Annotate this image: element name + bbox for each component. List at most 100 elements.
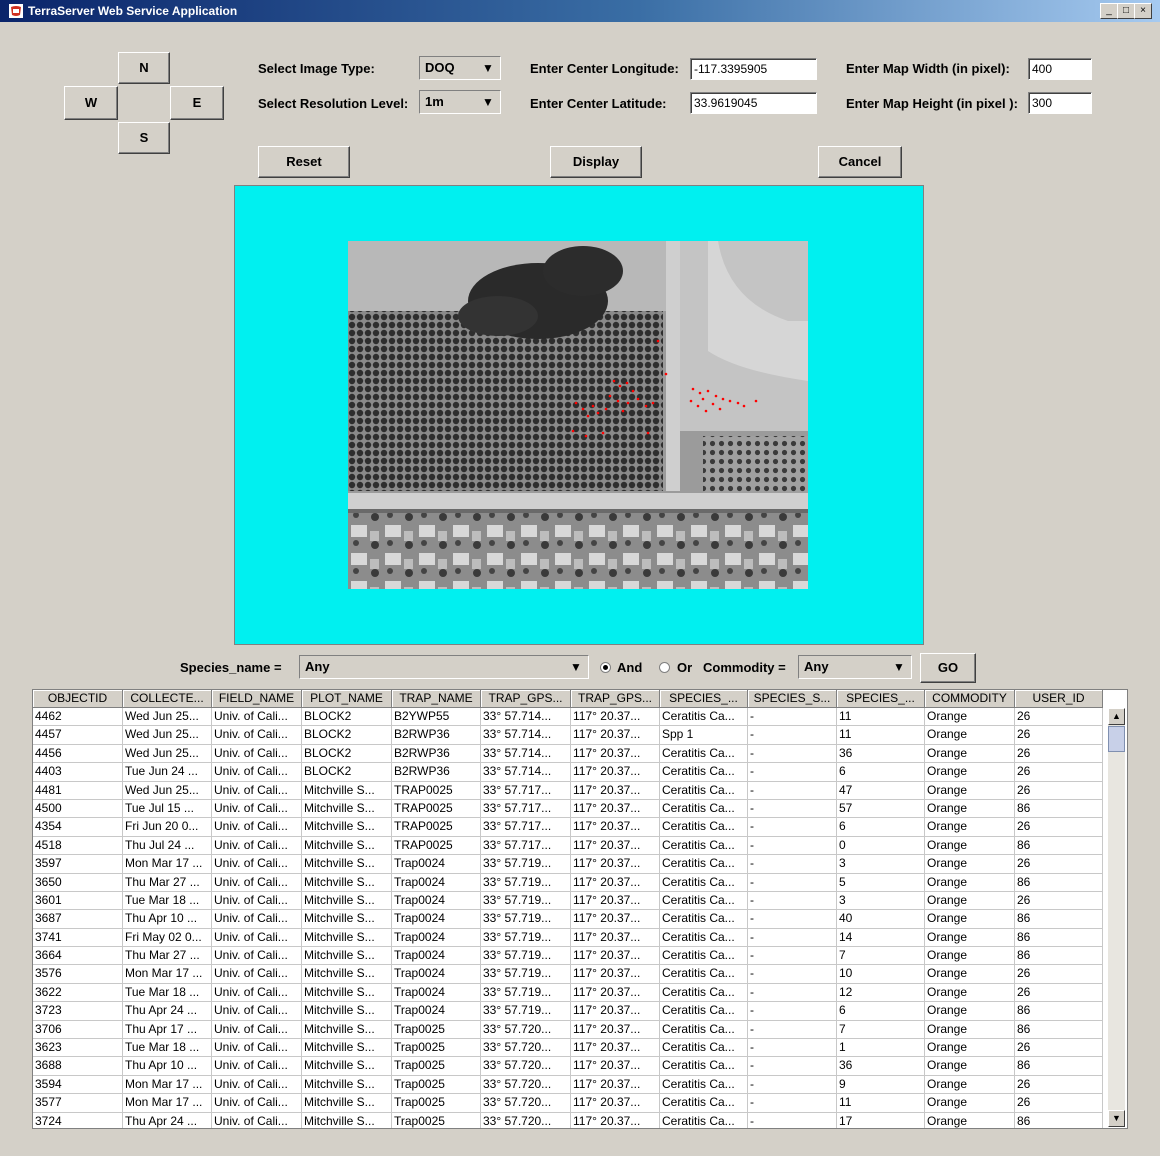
- map-panel[interactable]: [234, 185, 924, 645]
- table-row[interactable]: 3650 Thu Mar 27 ... Univ. of Cali... Mitchv…: [33, 873, 1103, 892]
- latitude-input[interactable]: 33.9619045: [690, 92, 817, 114]
- table-cell: Ceratitis Ca...: [660, 708, 748, 727]
- column-header[interactable]: SPECIES_S...: [748, 690, 837, 708]
- table-cell: Univ. of Cali...: [212, 1112, 302, 1128]
- table-cell: Orange: [925, 855, 1015, 874]
- column-header[interactable]: SPECIES_...: [837, 690, 925, 708]
- table-row[interactable]: 3706 Thu Apr 17 ... Univ. of Cali... Mitchv…: [33, 1020, 1103, 1040]
- nav-west-button[interactable]: W: [64, 86, 118, 120]
- table-row[interactable]: 3664 Thu Mar 27 ... Univ. of Cali... Mitchv…: [33, 947, 1103, 966]
- table-cell: 4354: [33, 818, 123, 837]
- table-cell: 26: [1015, 891, 1103, 911]
- table-cell: Trap0025: [392, 1020, 481, 1040]
- table-cell: Univ. of Cali...: [212, 873, 302, 892]
- table-row[interactable]: 4481 Wed Jun 25... Univ. of Cali... Mitchvi…: [33, 781, 1103, 800]
- column-header[interactable]: TRAP_GPS...: [571, 690, 660, 708]
- table-cell: BLOCK2: [302, 708, 392, 727]
- table-row[interactable]: 3622 Tue Mar 18 ... Univ. of Cali... Mitchv…: [33, 983, 1103, 1003]
- table-row[interactable]: 3688 Thu Apr 10 ... Univ. of Cali... Mitchv…: [33, 1057, 1103, 1076]
- scroll-down-icon[interactable]: ▼: [1108, 1110, 1125, 1127]
- table-row[interactable]: 3724 Thu Apr 24 ... Univ. of Cali... Mitchv…: [33, 1112, 1103, 1128]
- table-cell: 3594: [33, 1075, 123, 1095]
- table-body[interactable]: 4462 Wed Jun 25... Univ. of Cali... BLOCK2 B…: [33, 708, 1103, 1128]
- column-header[interactable]: TRAP_GPS...: [481, 690, 571, 708]
- map-width-input[interactable]: 400: [1028, 58, 1092, 80]
- column-header[interactable]: SPECIES_...: [660, 690, 748, 708]
- cancel-button[interactable]: Cancel: [818, 146, 902, 178]
- table-cell: Ceratitis Ca...: [660, 744, 748, 764]
- go-button[interactable]: GO: [920, 653, 976, 683]
- nav-east-button[interactable]: E: [170, 86, 224, 120]
- table-row[interactable]: 3723 Thu Apr 24 ... Univ. of Cali... Mitchv…: [33, 1002, 1103, 1021]
- table-row[interactable]: 4456 Wed Jun 25... Univ. of Cali... BLOCK2 B…: [33, 744, 1103, 764]
- table-cell: -: [748, 910, 837, 929]
- table-row[interactable]: 4403 Tue Jun 24 ... Univ. of Cali... BLOCK2…: [33, 763, 1103, 782]
- table-row[interactable]: 4500 Tue Jul 15 ... Univ. of Cali... Mitchv…: [33, 799, 1103, 819]
- table-cell: -: [748, 1094, 837, 1113]
- java-app-icon: [9, 4, 23, 18]
- table-cell: 3650: [33, 873, 123, 892]
- longitude-input[interactable]: -117.3395905: [690, 58, 817, 80]
- table-cell: Mitchville S...: [302, 836, 392, 856]
- table-row[interactable]: 4457 Wed Jun 25... Univ. of Cali... BLOCK2 B…: [33, 726, 1103, 745]
- table-row[interactable]: 4462 Wed Jun 25... Univ. of Cali... BLOCK2 B…: [33, 708, 1103, 727]
- display-button[interactable]: Display: [550, 146, 642, 178]
- image-type-select[interactable]: DOQ ▼: [419, 56, 501, 80]
- column-header[interactable]: PLOT_NAME: [302, 690, 392, 708]
- table-cell: Wed Jun 25...: [123, 726, 212, 745]
- table-cell: 33° 57.720...: [481, 1039, 571, 1058]
- table-cell: 26: [1015, 983, 1103, 1003]
- or-radio[interactable]: [659, 662, 670, 673]
- nav-north-button[interactable]: N: [118, 52, 170, 84]
- table-cell: Ceratitis Ca...: [660, 1094, 748, 1113]
- minimize-button[interactable]: _: [1100, 3, 1118, 19]
- map-height-input[interactable]: 300: [1028, 92, 1092, 114]
- table-cell: 33° 57.714...: [481, 744, 571, 764]
- maximize-button[interactable]: □: [1117, 3, 1135, 19]
- scroll-up-icon[interactable]: ▲: [1108, 708, 1125, 725]
- nav-south-button[interactable]: S: [118, 122, 170, 154]
- species-filter-label: Species_name =: [180, 660, 282, 675]
- table-cell: 117° 20.37...: [571, 781, 660, 800]
- table-cell: Fri May 02 0...: [123, 928, 212, 948]
- scrollbar-thumb[interactable]: [1108, 726, 1125, 752]
- table-cell: 86: [1015, 1112, 1103, 1128]
- table-row[interactable]: 4354 Fri Jun 20 0... Univ. of Cali... Mitch…: [33, 818, 1103, 837]
- table-cell: Trap0024: [392, 983, 481, 1003]
- table-cell: Tue Jul 15 ...: [123, 799, 212, 819]
- table-vertical-scrollbar[interactable]: ▲ ▼: [1108, 708, 1125, 1127]
- column-header[interactable]: USER_ID: [1015, 690, 1103, 708]
- map-height-label: Enter Map Height (in pixel ):: [846, 96, 1018, 111]
- column-header[interactable]: TRAP_NAME: [392, 690, 481, 708]
- table-row[interactable]: 3576 Mon Mar 17 ... Univ. of Cali... Mitchv…: [33, 965, 1103, 984]
- table-cell: 33° 57.720...: [481, 1112, 571, 1128]
- commodity-select[interactable]: Any ▼: [798, 655, 912, 679]
- table-row[interactable]: 3687 Thu Apr 10 ... Univ. of Cali... Mitchv…: [33, 910, 1103, 929]
- table-row[interactable]: 3741 Fri May 02 0... Univ. of Cali... Mitch…: [33, 928, 1103, 948]
- and-radio[interactable]: [600, 662, 611, 673]
- table-cell: 3577: [33, 1094, 123, 1113]
- table-row[interactable]: 3577 Mon Mar 17 ... Univ. of Cali... Mitchv…: [33, 1094, 1103, 1113]
- resolution-select[interactable]: 1m ▼: [419, 90, 501, 114]
- reset-button[interactable]: Reset: [258, 146, 350, 178]
- column-header[interactable]: COMMODITY: [925, 690, 1015, 708]
- aerial-map-image[interactable]: [348, 241, 808, 589]
- column-header[interactable]: OBJECTID: [33, 690, 123, 708]
- title-bar: TerraServer Web Service Application _ □ …: [0, 0, 1160, 22]
- table-row[interactable]: 3601 Tue Mar 18 ... Univ. of Cali... Mitchv…: [33, 891, 1103, 911]
- table-cell: -: [748, 983, 837, 1003]
- results-table[interactable]: OBJECTID COLLECTE... FIELD_NAME PLOT_NAME TR…: [32, 689, 1128, 1129]
- column-header[interactable]: FIELD_NAME: [212, 690, 302, 708]
- table-row[interactable]: 3594 Mon Mar 17 ... Univ. of Cali... Mitchv…: [33, 1075, 1103, 1095]
- column-header[interactable]: COLLECTE...: [123, 690, 212, 708]
- table-cell: Ceratitis Ca...: [660, 891, 748, 911]
- table-cell: BLOCK2: [302, 763, 392, 782]
- table-row[interactable]: 3597 Mon Mar 17 ... Univ. of Cali... Mitchv…: [33, 855, 1103, 874]
- table-cell: 4462: [33, 708, 123, 727]
- and-radio-label: And: [617, 660, 643, 675]
- table-row[interactable]: 3623 Tue Mar 18 ... Univ. of Cali... Mitchv…: [33, 1039, 1103, 1058]
- species-select[interactable]: Any ▼: [299, 655, 589, 679]
- close-button[interactable]: ×: [1134, 3, 1152, 19]
- table-row[interactable]: 4518 Thu Jul 24 ... Univ. of Cali... Mitchv…: [33, 836, 1103, 856]
- table-cell: Tue Jun 24 ...: [123, 763, 212, 782]
